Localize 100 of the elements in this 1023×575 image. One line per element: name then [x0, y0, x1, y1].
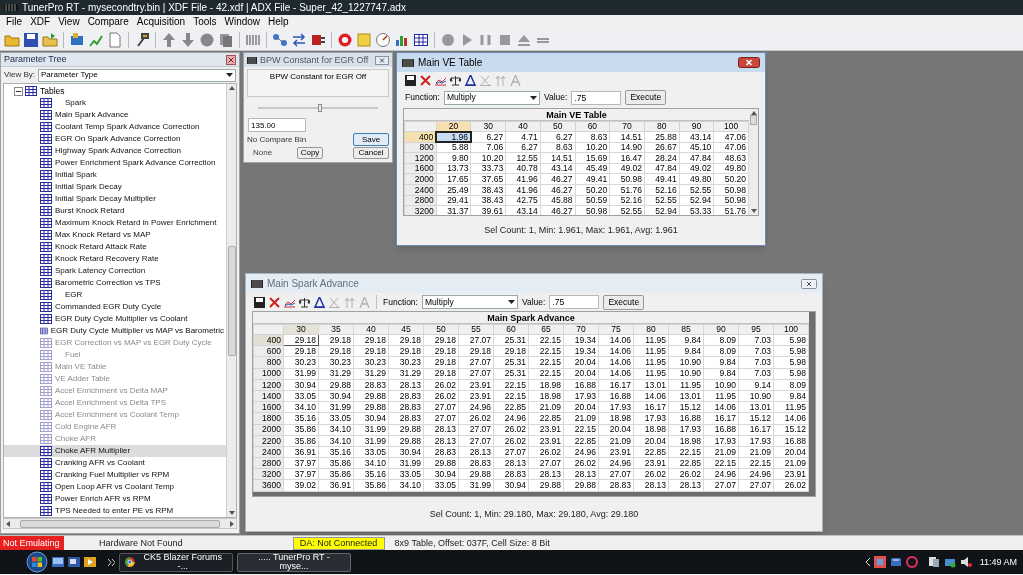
table-cell[interactable]: 52.16 [609, 195, 645, 206]
volume-icon[interactable] [959, 556, 972, 568]
column-header[interactable]: 55 [458, 324, 494, 335]
column-header[interactable]: 90 [703, 324, 739, 335]
table-cell[interactable]: 27.07 [493, 446, 529, 458]
table-cell[interactable]: 7.03 [738, 334, 774, 346]
table-cell[interactable]: 26.02 [493, 424, 529, 436]
tree-item[interactable]: Highway Spark Advance Correction [4, 145, 226, 157]
table-cell[interactable]: 11.95 [773, 401, 809, 413]
tray-icon[interactable] [943, 556, 956, 568]
table-cell[interactable]: 49.02 [679, 163, 714, 174]
table-cell[interactable]: 23.91 [458, 390, 494, 402]
table-cell[interactable]: 21.09 [528, 401, 564, 413]
table-cell[interactable]: 50.98 [609, 173, 645, 185]
table-cell[interactable]: 26.67 [644, 142, 680, 153]
up-arrow-icon[interactable] [750, 111, 757, 115]
windows-icon[interactable] [68, 557, 80, 567]
table-cell[interactable]: 31.99 [283, 368, 319, 380]
row-header[interactable]: 1200 [253, 379, 284, 391]
column-header[interactable]: 50 [540, 121, 576, 132]
tree-item[interactable]: Barometric Correction vs TPS [4, 277, 226, 289]
table-cell[interactable]: 30.23 [388, 356, 424, 369]
table-cell[interactable]: 27.07 [458, 356, 494, 369]
save-icon[interactable] [405, 75, 416, 86]
tree-item[interactable]: Initial Spark [4, 169, 226, 181]
up-arrow-icon[interactable] [161, 31, 177, 48]
table-cell[interactable]: 34.10 [353, 457, 389, 469]
table-cell[interactable]: 17.93 [668, 424, 704, 436]
table-cell[interactable]: 14.06 [598, 334, 634, 346]
table-cell[interactable]: 33.05 [318, 412, 354, 424]
menu-item[interactable]: Help [264, 17, 293, 27]
table-cell[interactable]: 16.88 [703, 424, 739, 436]
row-header[interactable]: 400 [404, 131, 437, 143]
table-cell[interactable]: 52.55 [679, 184, 714, 196]
row-header[interactable]: 2000 [253, 424, 284, 436]
table-cell[interactable]: 30.94 [283, 379, 319, 391]
table-cell[interactable]: 33.05 [283, 390, 319, 402]
table-cell[interactable]: 22.15 [738, 457, 774, 469]
table-cell[interactable]: 27.07 [423, 401, 459, 413]
table-cell[interactable]: 1.96 [436, 131, 471, 143]
table-cell[interactable]: 23.91 [598, 446, 634, 458]
collapse-icon[interactable] [14, 86, 23, 96]
table-cell[interactable]: 15.12 [773, 424, 809, 436]
row-header[interactable]: 1000 [253, 368, 284, 380]
table-cell[interactable]: 20.04 [563, 356, 599, 369]
drafting-icon[interactable] [314, 296, 325, 308]
table-cell[interactable]: 28.83 [493, 468, 529, 480]
table-cell[interactable]: 29.88 [458, 468, 494, 480]
table-cell[interactable]: 11.95 [703, 390, 739, 402]
table-cell[interactable]: 10.90 [668, 368, 704, 380]
table-cell[interactable]: 20.04 [633, 435, 669, 447]
table-cell[interactable]: 31.99 [318, 401, 354, 413]
table-cell[interactable]: 24.96 [703, 468, 739, 480]
table-cell[interactable]: 14.51 [609, 131, 645, 143]
column-header[interactable]: 70 [609, 121, 645, 132]
column-header[interactable]: 85 [668, 324, 704, 335]
tree-item[interactable]: Choke AFR Multiplier [4, 445, 226, 457]
column-header[interactable]: 40 [353, 324, 389, 335]
table-cell[interactable]: 25.88 [644, 131, 680, 143]
table-cell[interactable]: 31.29 [318, 368, 354, 380]
grid-icon[interactable] [413, 31, 429, 48]
column-header[interactable]: 90 [679, 121, 714, 132]
table-cell[interactable]: 11.95 [633, 368, 669, 380]
swap-icon[interactable] [291, 31, 307, 48]
table-cell[interactable]: 24.96 [598, 457, 634, 469]
table-cell[interactable]: 23.91 [528, 424, 564, 436]
table-cell[interactable]: 28.13 [493, 457, 529, 469]
table-cell[interactable]: 34.10 [283, 401, 319, 413]
table-cell[interactable]: 15.69 [575, 152, 610, 164]
row-header[interactable]: 1400 [253, 390, 284, 402]
table-cell[interactable]: 28.13 [423, 424, 459, 436]
table-cell[interactable]: 28.13 [563, 468, 599, 480]
table-cell[interactable]: 28.83 [458, 457, 494, 469]
table-cell[interactable]: 36.91 [283, 446, 319, 458]
table-cell[interactable]: 48.63 [713, 152, 749, 164]
table-cell[interactable]: 31.99 [458, 479, 494, 492]
save-icon[interactable] [254, 296, 265, 308]
table-cell[interactable]: 17.93 [598, 401, 634, 413]
column-header[interactable]: 40 [505, 121, 541, 132]
table-cell[interactable]: 23.91 [528, 435, 564, 447]
table-cell[interactable]: 22.85 [633, 446, 669, 458]
table-cell[interactable]: 50.20 [575, 184, 610, 196]
start-button-icon[interactable] [26, 551, 48, 573]
table-cell[interactable]: 16.17 [633, 401, 669, 413]
table-cell[interactable]: 6.27 [505, 142, 541, 153]
table-cell[interactable]: 21.09 [773, 457, 809, 469]
table-cell[interactable]: 22.85 [493, 401, 529, 413]
table-cell[interactable]: 35.16 [318, 446, 354, 458]
table-cell[interactable]: 6.27 [470, 131, 506, 143]
table-cell[interactable]: 21.09 [598, 435, 634, 447]
table-cell[interactable]: 29.18 [423, 368, 459, 380]
table-cell[interactable]: 49.80 [713, 163, 749, 174]
view-by-dropdown[interactable]: Parameter Type [38, 68, 236, 82]
table-cell[interactable]: 16.17 [703, 412, 739, 424]
table-cell[interactable]: 16.47 [609, 152, 645, 164]
table-cell[interactable]: 22.85 [668, 457, 704, 469]
table-cell[interactable]: 47.84 [679, 152, 714, 164]
table-cell[interactable]: 13.01 [668, 390, 704, 402]
table-cell[interactable]: 29.88 [353, 401, 389, 413]
table-cell[interactable]: 30.94 [493, 479, 529, 492]
